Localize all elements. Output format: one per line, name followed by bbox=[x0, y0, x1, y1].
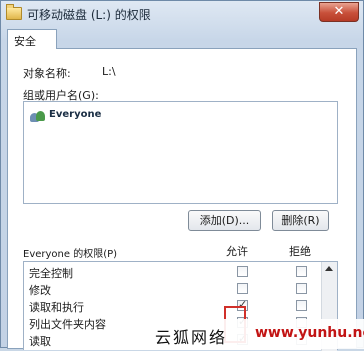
allow-checkbox[interactable] bbox=[237, 283, 248, 294]
deny-checkbox[interactable] bbox=[296, 300, 307, 311]
deny-checkbox[interactable] bbox=[296, 266, 307, 277]
title-bar[interactable]: 可移动磁盘 (L:) 的权限 ✕ bbox=[1, 1, 363, 27]
allow-header: 允许 bbox=[226, 245, 248, 258]
drive-folder-icon bbox=[6, 4, 22, 20]
table-row: 读取和执行 bbox=[24, 298, 324, 315]
group-user-list[interactable]: Everyone bbox=[23, 101, 338, 204]
table-row: 完全控制 bbox=[24, 265, 324, 281]
user-name: Everyone bbox=[49, 109, 102, 120]
permission-name: 完全控制 bbox=[29, 267, 73, 280]
tab-security[interactable]: 安全 bbox=[7, 29, 57, 49]
allow-checkbox[interactable] bbox=[237, 266, 248, 277]
table-row: 修改 bbox=[24, 282, 324, 298]
add-button[interactable]: 添加(D)... bbox=[188, 210, 261, 231]
watermark: 云狐网络 www.yunhu.net bbox=[141, 319, 364, 349]
object-name-label: 对象名称: bbox=[23, 67, 71, 80]
permissions-window: 可移动磁盘 (L:) 的权限 ✕ 安全 对象名称: L:\ 组或用户名(G): … bbox=[0, 0, 364, 351]
users-icon bbox=[30, 109, 46, 122]
remove-button[interactable]: 删除(R) bbox=[272, 210, 329, 231]
deny-checkbox[interactable] bbox=[296, 283, 307, 294]
permission-name: 修改 bbox=[29, 284, 51, 297]
permission-name: 读取和执行 bbox=[29, 301, 84, 314]
deny-header: 拒绝 bbox=[289, 245, 311, 258]
security-panel: 对象名称: L:\ 组或用户名(G): Everyone 添加(D)... 删除… bbox=[7, 48, 357, 351]
window-title: 可移动磁盘 (L:) 的权限 bbox=[27, 8, 151, 22]
permission-name: 读取 bbox=[29, 335, 51, 348]
close-button[interactable]: ✕ bbox=[319, 2, 359, 22]
permissions-title: Everyone 的权限(P) bbox=[23, 249, 118, 260]
scroll-up-arrow-icon[interactable] bbox=[325, 266, 333, 271]
watermark-url: www.yunhu.net bbox=[255, 325, 364, 341]
object-name-value: L:\ bbox=[102, 65, 116, 78]
watermark-text: 云狐网络 bbox=[155, 328, 228, 347]
permission-name: 列出文件夹内容 bbox=[29, 318, 106, 331]
